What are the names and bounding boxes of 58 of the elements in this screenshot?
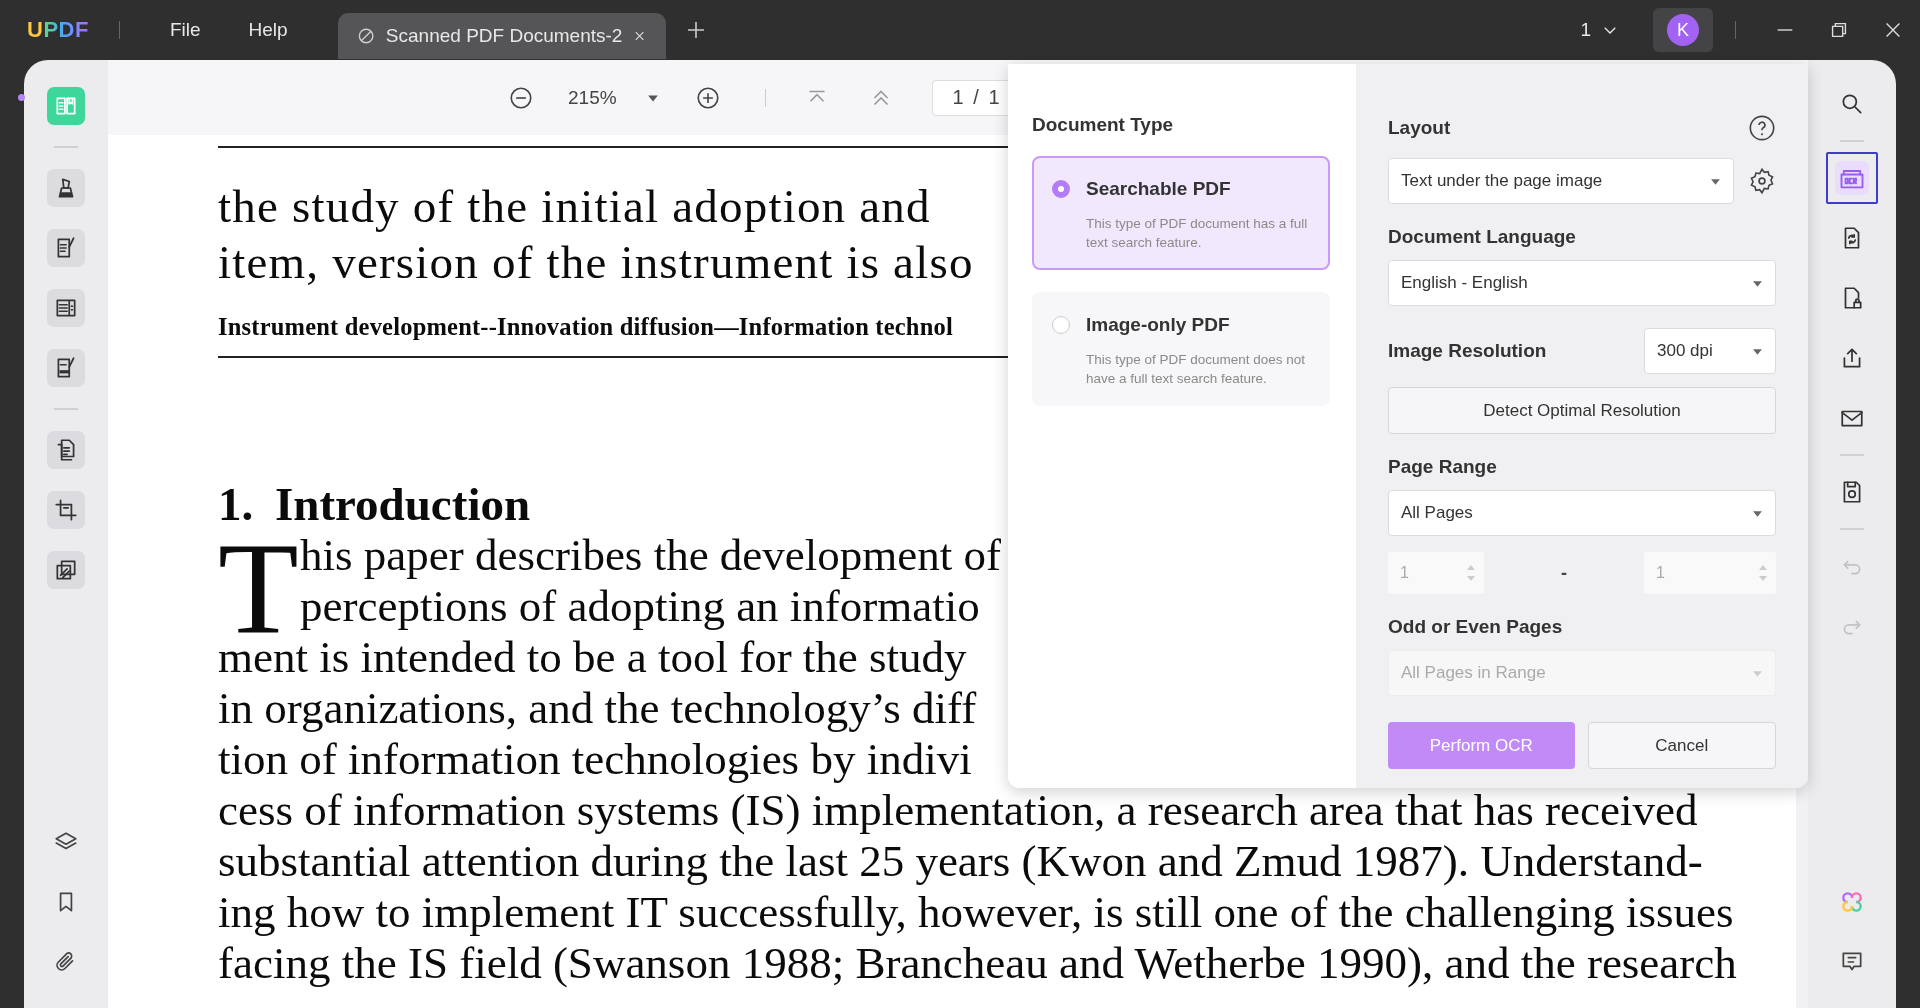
field-label: Page Range xyxy=(1388,456,1498,478)
zoom-level[interactable]: 215% xyxy=(568,86,617,109)
tool-button[interactable] xyxy=(47,289,85,327)
drop-cap: T xyxy=(218,530,299,632)
cancel-button[interactable]: Cancel xyxy=(1587,722,1776,769)
radio-button[interactable] xyxy=(1052,316,1070,334)
document-tab[interactable]: Scanned PDF Documents-2 xyxy=(337,13,666,59)
field-label: Odd or Even Pages xyxy=(1388,616,1564,638)
paragraph-line: in organizations, and the technology’s diff xyxy=(218,683,977,734)
copies-icon xyxy=(53,557,79,583)
account-button[interactable]: K xyxy=(1653,8,1713,52)
document-type-option[interactable]: Searchable PDF This type of PDF document has a full text search feature. xyxy=(1032,156,1330,270)
document-text-line: item, version of the instrument is also xyxy=(218,235,974,290)
zoom-out-icon[interactable] xyxy=(508,84,534,111)
help-icon[interactable] xyxy=(1748,114,1776,142)
avatar: K xyxy=(1667,14,1699,46)
paragraph-line: his paper describes the development of xyxy=(300,530,1001,581)
ai-assistant-icon[interactable] xyxy=(1839,889,1865,915)
layout-select[interactable]: Text under the page image xyxy=(1388,158,1734,204)
tool-button[interactable] xyxy=(47,229,85,267)
paragraph-line: ing how to implement IT successfully, however, is still one of the challenging issues xyxy=(218,887,1734,938)
section-title: Document Type xyxy=(1032,114,1175,136)
status-dot-icon xyxy=(18,94,25,101)
page-range-select[interactable]: All Pages xyxy=(1388,490,1776,536)
resolution-select[interactable]: 300 dpi xyxy=(1644,328,1776,374)
paragraph-line: substantial attention during the last 25 years (Kwon and Zmud 1987). Understand- xyxy=(218,836,1703,887)
document-text-line: the study of the initial adoption and xyxy=(218,179,931,234)
tool-button[interactable] xyxy=(47,431,85,469)
zoom-in-icon[interactable] xyxy=(694,84,721,111)
option-description: This type of PDF document does not have a full text search feature. xyxy=(1086,351,1307,388)
field-label: Image Resolution xyxy=(1388,340,1547,362)
option-description: This type of PDF document has a full text search feature. xyxy=(1086,215,1309,252)
paragraph-line: perceptions of adopting an informatio xyxy=(300,581,980,632)
field-label: Layout xyxy=(1388,117,1451,139)
option-label: Image-only PDF xyxy=(1086,314,1231,336)
radio-button[interactable] xyxy=(1052,180,1070,198)
tool-button[interactable] xyxy=(47,491,85,529)
keywords-line: Instrument development--Innovation diffusion—Information technol xyxy=(218,312,953,342)
range-separator: - xyxy=(1561,562,1567,584)
field-label: Document Language xyxy=(1388,226,1577,248)
tool-button[interactable] xyxy=(47,551,85,589)
language-select[interactable]: English - English xyxy=(1388,260,1776,306)
document-type-option[interactable]: Image-only PDF This type of PDF document does not have a full text search feature. xyxy=(1032,292,1330,406)
detect-resolution-button[interactable]: Detect Optimal Resolution xyxy=(1388,387,1776,434)
paragraph-line: cess of information systems (IS) implementation, a research area that has received xyxy=(218,785,1698,836)
menu-item[interactable]: File xyxy=(169,19,201,41)
tool-button[interactable] xyxy=(47,349,85,387)
crop-icon xyxy=(53,497,79,523)
section-heading: 1. Introduction xyxy=(218,478,531,530)
tool-button[interactable] xyxy=(47,169,85,207)
paragraph-line: facing the IS field (Swanson 1988; Brancheau and Wetherbe 1990), and the research xyxy=(218,938,1737,989)
tool-button[interactable] xyxy=(1826,152,1878,204)
paragraph-line: ment is intended to be a tool for the study xyxy=(218,632,967,683)
paragraph-line: tion of information technologies by indivi xyxy=(218,734,972,785)
menu-item[interactable]: Help xyxy=(248,19,288,41)
option-label: Searchable PDF xyxy=(1086,178,1232,200)
settings-icon[interactable] xyxy=(1748,167,1776,195)
window-count-dropdown[interactable]: 1 xyxy=(1580,19,1619,41)
